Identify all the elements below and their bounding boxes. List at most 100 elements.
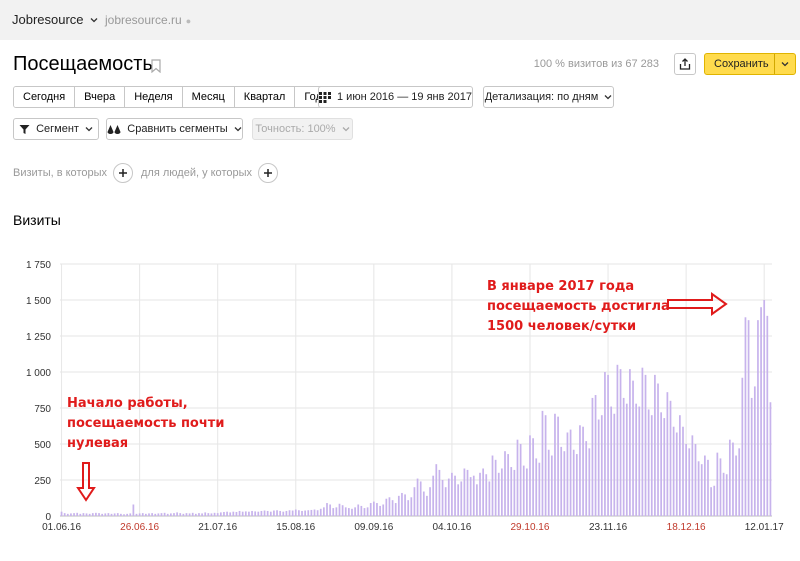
accuracy-dropdown: Точность: 100% [252, 118, 353, 140]
chart-bar [397, 495, 400, 516]
chevron-down-icon[interactable] [781, 60, 789, 68]
chart-bar [388, 497, 391, 516]
add-people-condition-button[interactable] [258, 163, 278, 183]
y-tick-label: 250 [34, 476, 51, 487]
site-url-text: jobresource.ru [105, 13, 182, 27]
chart-bar [769, 402, 772, 516]
detail-dropdown[interactable]: Детализация: по дням [483, 86, 614, 108]
chart-bar [251, 510, 253, 516]
chart-bar [663, 418, 666, 516]
chart-bar [235, 511, 238, 516]
annotation-start-line: нулевая [67, 436, 129, 451]
chart-bar [454, 475, 456, 516]
chart-bar [188, 513, 191, 516]
chart-bar [488, 481, 491, 516]
share-icon [679, 58, 691, 70]
save-button-label: Сохранить [714, 58, 769, 70]
period-selector: Сегодня Вчера Неделя Месяц Квартал Год [13, 86, 332, 108]
chart-bar [95, 512, 97, 516]
chart-bar [716, 452, 719, 516]
chart-bar [707, 459, 709, 516]
chart-bar [457, 484, 460, 516]
plus-icon [119, 169, 127, 177]
chart-bar [750, 397, 753, 516]
chart-bar [391, 500, 394, 516]
x-tick-label: 09.09.16 [354, 522, 393, 533]
period-today[interactable]: Сегодня [14, 87, 76, 107]
chart-bar [191, 512, 194, 516]
period-week[interactable]: Неделя [125, 87, 183, 107]
segment-dropdown[interactable]: Сегмент [13, 118, 99, 140]
chart-bar [507, 454, 509, 516]
chart-bar [613, 413, 616, 516]
compare-icon [107, 124, 121, 134]
chart-bar [532, 438, 534, 516]
top-bar: Jobresource jobresource.ru ● [0, 0, 800, 40]
chart-bar [600, 415, 603, 516]
chart-bar [426, 495, 428, 516]
site-url[interactable]: jobresource.ru ● [105, 13, 191, 27]
chart-bar [700, 464, 703, 516]
chart-bar [497, 472, 500, 516]
chart-bar [66, 513, 69, 516]
chart-bar [176, 512, 178, 516]
site-selector[interactable]: Jobresource [12, 12, 98, 27]
chart-bar [675, 432, 678, 516]
save-button[interactable]: Сохранить [704, 53, 796, 75]
chart-bar [472, 475, 475, 516]
export-button[interactable] [674, 53, 696, 75]
chart-bar [351, 508, 353, 516]
add-visit-condition-button[interactable] [113, 163, 133, 183]
chart-bar [141, 513, 144, 516]
chart-bar [304, 510, 306, 516]
chart-bar [529, 435, 531, 516]
chart-bar [738, 448, 741, 516]
chart-bar [241, 511, 244, 516]
segment-label: Сегмент [36, 123, 79, 135]
chart-bar [410, 497, 413, 516]
chart-bar [201, 513, 203, 516]
chart-bar [279, 510, 282, 516]
chart-bar [157, 513, 160, 516]
chart-bar [441, 480, 444, 516]
chart-bar [291, 510, 294, 516]
chevron-down-icon [342, 127, 350, 132]
site-name: Jobresource [12, 12, 84, 27]
chart-bar [110, 513, 113, 516]
period-month[interactable]: Месяц [182, 87, 235, 107]
x-tick-label: 04.10.16 [432, 522, 471, 533]
chart-bar [419, 481, 422, 516]
chart-bar [466, 469, 469, 516]
chart-bar [544, 415, 547, 516]
chart-bar [728, 439, 731, 516]
date-range-button[interactable]: 1 июн 2016 — 19 янв 2017 [318, 86, 473, 108]
y-tick-label: 1 500 [26, 296, 51, 307]
x-tick-label: 15.08.16 [276, 522, 315, 533]
chart-bar [88, 513, 91, 516]
period-yesterday[interactable]: Вчера [75, 87, 126, 107]
chart-bar [101, 513, 104, 516]
chart-bar [429, 487, 431, 516]
chart-bar [360, 505, 363, 516]
chart-bar [725, 474, 728, 516]
chart-bar [554, 413, 556, 516]
annotation-peak-line: 1500 человек/сутки [487, 319, 637, 334]
chart-bar [366, 507, 369, 516]
bookmark-icon[interactable] [151, 59, 161, 73]
compare-segments-dropdown[interactable]: Сравнить сегменты [106, 118, 243, 140]
date-range-label: 1 июн 2016 — 19 янв 2017 [337, 91, 472, 103]
arrow-right-icon [667, 292, 728, 316]
chart-bar [704, 455, 706, 516]
visits-share-text: 100 % визитов из 67 283 [533, 58, 659, 70]
period-quarter[interactable]: Квартал [234, 87, 296, 107]
chart-bar [622, 397, 625, 516]
plus-icon [264, 169, 272, 177]
save-split-divider [774, 54, 775, 74]
chart-bar [166, 513, 169, 516]
chart-bar [354, 507, 356, 516]
chart-bar [120, 513, 122, 516]
chart-bar [610, 406, 613, 516]
chart-bar [694, 444, 697, 516]
chart-bar [679, 415, 681, 516]
chart-bar [688, 448, 691, 516]
